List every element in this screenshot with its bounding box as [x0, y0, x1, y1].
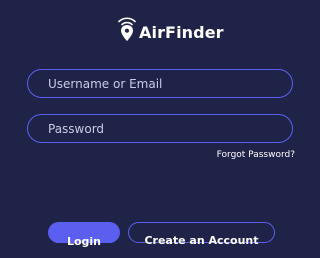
login-button-label: Login	[66, 235, 102, 248]
brand-logo: AirFinder	[117, 15, 224, 45]
password-input[interactable]	[48, 121, 292, 136]
create-account-button[interactable]: Create an Account	[128, 222, 275, 247]
brand-name: AirFinder	[139, 23, 224, 42]
login-button[interactable]: Login	[48, 222, 120, 248]
create-account-button-label: Create an Account	[144, 234, 259, 247]
forgot-password-link[interactable]: Forgot Password?	[217, 150, 295, 160]
password-field[interactable]	[27, 114, 293, 143]
username-field[interactable]	[27, 69, 293, 98]
location-pin-wifi-icon	[118, 17, 136, 41]
username-input[interactable]	[48, 76, 292, 91]
